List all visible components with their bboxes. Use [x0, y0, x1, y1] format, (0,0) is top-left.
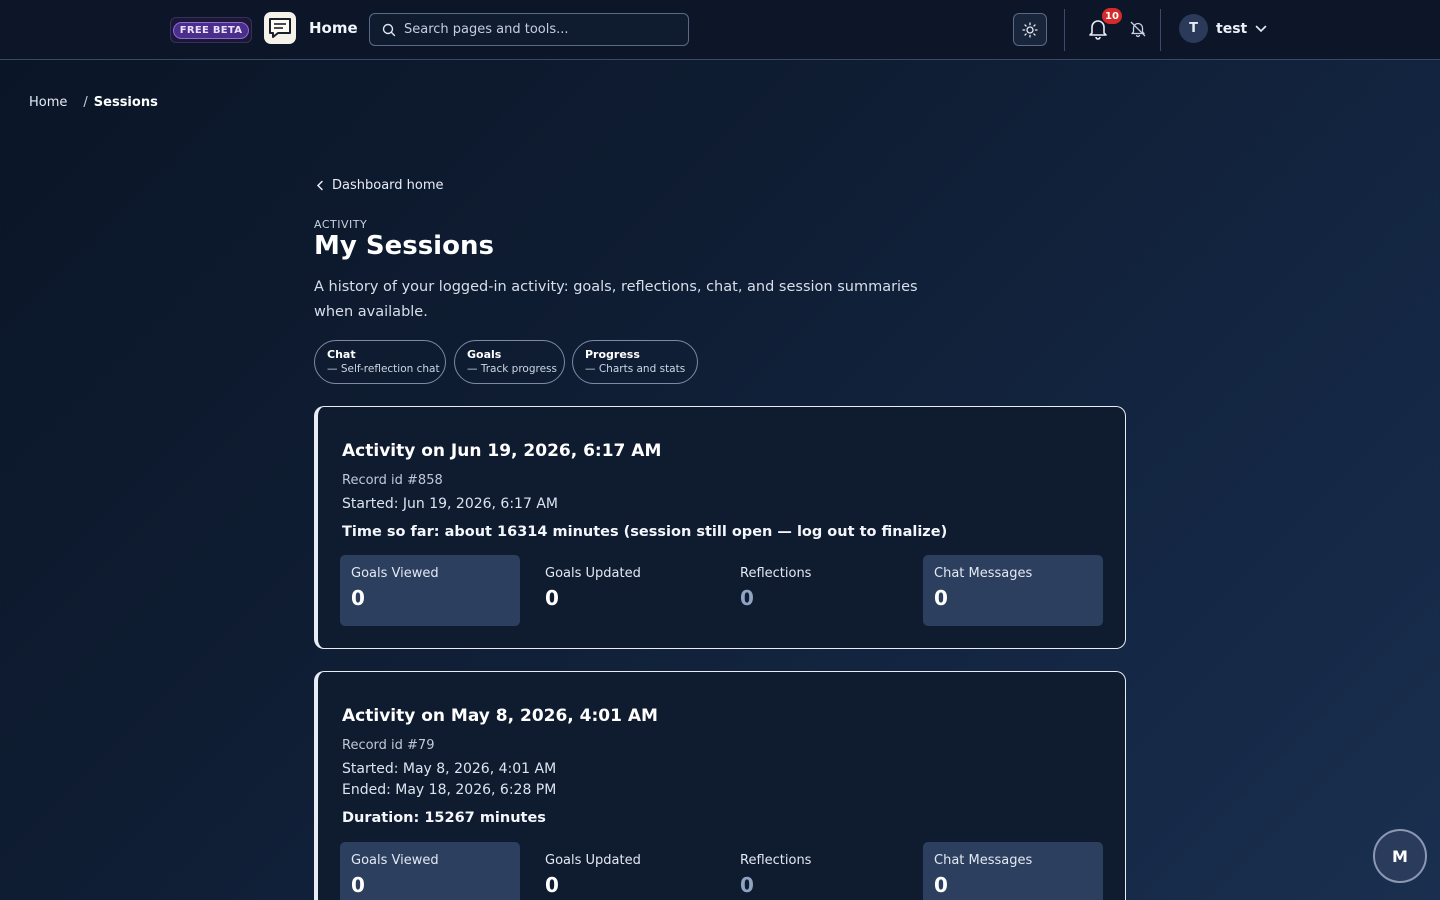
stat-value: 0	[934, 873, 948, 897]
session-ended: Ended: May 18, 2026, 6:28 PM	[342, 782, 557, 798]
progress-shortcut-pill[interactable]: Progress — Charts and stats	[572, 340, 698, 384]
stat-label: Goals Viewed	[351, 566, 439, 581]
pill-title: Goals	[467, 348, 502, 361]
session-card[interactable]: Activity on Jun 19, 2026, 6:17 AM Record…	[314, 406, 1126, 649]
user-menu[interactable]: T test	[1179, 14, 1267, 43]
dashboard-home-link[interactable]: Dashboard home	[316, 178, 444, 193]
top-bar: FREE BETA Home 10	[0, 0, 1440, 60]
floating-menu-button[interactable]: M	[1373, 829, 1427, 883]
session-card[interactable]: Activity on May 8, 2026, 4:01 AM Record …	[314, 671, 1126, 900]
divider	[1064, 9, 1065, 51]
pill-title: Progress	[585, 348, 640, 361]
stat-label: Chat Messages	[934, 853, 1033, 868]
pill-subtitle: — Self-reflection chat	[327, 363, 440, 375]
stat-value: 0	[545, 586, 559, 610]
user-name: test	[1216, 20, 1248, 37]
stat-label: Goals Viewed	[351, 853, 439, 868]
stat-goals-updated: Goals Updated 0	[534, 555, 714, 626]
breadcrumb-separator: /	[83, 95, 88, 110]
stat-label: Chat Messages	[934, 566, 1033, 581]
chat-shortcut-pill[interactable]: Chat — Self-reflection chat	[314, 340, 446, 384]
app-logo-icon[interactable]	[264, 12, 296, 44]
stat-label: Goals Updated	[545, 566, 641, 581]
session-started: Started: May 8, 2026, 4:01 AM	[342, 761, 557, 777]
avatar: T	[1179, 14, 1208, 43]
stat-goals-viewed: Goals Viewed 0	[340, 555, 520, 626]
session-title: Activity on Jun 19, 2026, 6:17 AM	[342, 441, 662, 461]
stat-label: Reflections	[740, 853, 812, 868]
chevron-left-icon	[316, 180, 323, 191]
stat-chat-messages: Chat Messages 0	[923, 842, 1103, 900]
pill-subtitle: — Charts and stats	[585, 363, 686, 375]
session-title: Activity on May 8, 2026, 4:01 AM	[342, 706, 658, 726]
stat-label: Goals Updated	[545, 853, 641, 868]
stat-goals-viewed: Goals Viewed 0	[340, 842, 520, 900]
back-label: Dashboard home	[332, 178, 444, 193]
home-nav-link[interactable]: Home	[309, 19, 358, 37]
free-beta-badge: FREE BETA	[170, 17, 252, 43]
session-summary: Duration: 15267 minutes	[342, 810, 546, 826]
session-summary: Time so far: about 16314 minutes (sessio…	[342, 524, 948, 540]
pill-title: Chat	[327, 348, 356, 361]
divider	[1160, 9, 1161, 51]
stat-goals-updated: Goals Updated 0	[534, 842, 714, 900]
chevron-down-icon	[1255, 25, 1267, 32]
stat-value: 0	[545, 873, 559, 897]
notification-count-badge: 10	[1102, 8, 1122, 24]
stat-reflections: Reflections 0	[729, 555, 909, 626]
stat-value: 0	[351, 586, 365, 610]
stat-value: 0	[351, 873, 365, 897]
goals-shortcut-pill[interactable]: Goals — Track progress	[454, 340, 565, 384]
stat-value: 0	[934, 586, 948, 610]
stat-value: 0	[740, 586, 754, 610]
stat-label: Reflections	[740, 566, 812, 581]
stat-value: 0	[740, 873, 754, 897]
record-id: Record id #79	[342, 738, 435, 753]
bell-off-icon[interactable]	[1129, 20, 1147, 38]
breadcrumb-current: Sessions	[93, 95, 158, 110]
search-input[interactable]	[404, 22, 684, 37]
search-bar[interactable]	[369, 13, 689, 46]
search-icon	[382, 23, 396, 36]
breadcrumb: Home / Sessions	[29, 95, 158, 110]
section-eyebrow: ACTIVITY	[314, 218, 368, 231]
page-title: My Sessions	[314, 231, 494, 261]
record-id: Record id #858	[342, 473, 443, 488]
sun-icon	[1022, 21, 1038, 38]
session-started: Started: Jun 19, 2026, 6:17 AM	[342, 496, 558, 512]
page-description: A history of your logged-in activity: go…	[314, 279, 918, 320]
pill-subtitle: — Track progress	[467, 363, 557, 375]
free-beta-label: FREE BETA	[172, 21, 250, 39]
stat-reflections: Reflections 0	[729, 842, 909, 900]
stat-chat-messages: Chat Messages 0	[923, 555, 1103, 626]
theme-toggle-button[interactable]	[1013, 13, 1047, 46]
breadcrumb-home[interactable]: Home	[29, 95, 67, 110]
